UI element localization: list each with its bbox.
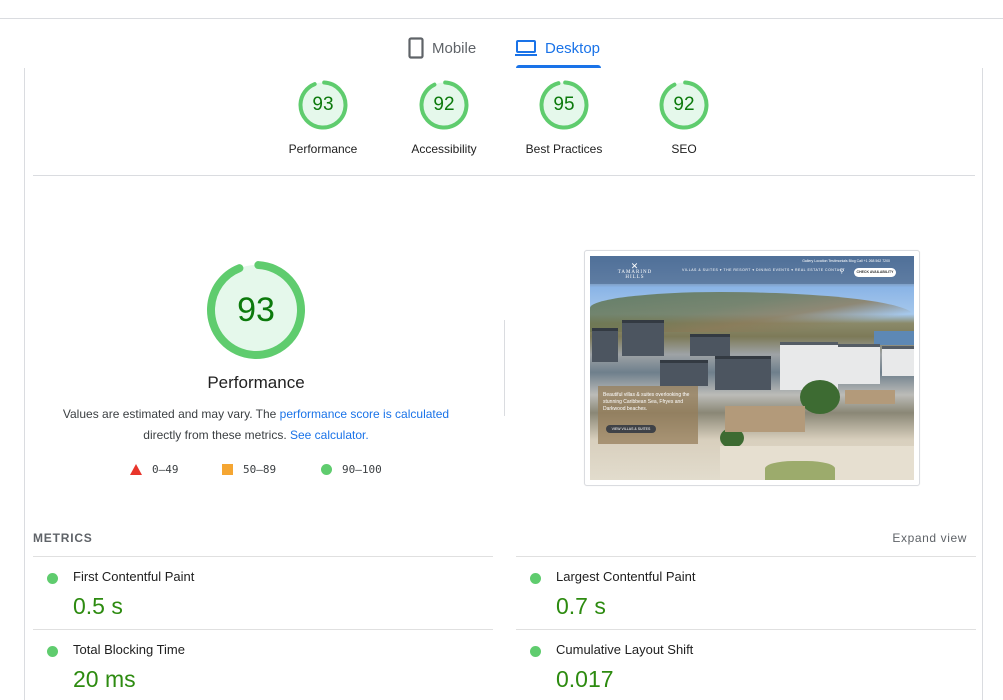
- vertical-divider: [504, 320, 505, 416]
- screenshot-headline: Beautiful villas & suites overlooking th…: [603, 392, 690, 412]
- expand-view-toggle[interactable]: Expand view: [892, 531, 967, 545]
- metric-value: 0.7 s: [556, 593, 606, 619]
- gauge-label: SEO: [671, 142, 697, 156]
- metric-value: 20 ms: [73, 666, 136, 692]
- legend-pass: 90–100: [321, 463, 382, 476]
- screenshot-building: [715, 356, 771, 390]
- screenshot-tree: [800, 380, 840, 414]
- screenshot-building: [592, 328, 618, 362]
- gauge-score: 92: [673, 94, 695, 115]
- section-divider: [33, 175, 975, 176]
- tab-desktop-label: Desktop: [545, 39, 601, 57]
- pass-circle-icon: [47, 646, 58, 657]
- screenshot-hero-button: VIEW VILLAS & SUITES: [606, 425, 656, 433]
- metric-value: 0.5 s: [73, 593, 123, 619]
- screenshot-hero-overlay: Beautiful villas & suites overlooking th…: [598, 386, 698, 444]
- device-tabs: Mobile Desktop: [0, 28, 1003, 68]
- see-calculator-link[interactable]: See calculator.: [290, 428, 369, 442]
- score-calculation-link[interactable]: performance score is calculated: [280, 407, 449, 421]
- gauge-accessibility[interactable]: 92 Accessibility: [384, 80, 504, 156]
- disclaimer-text: directly from these metrics.: [143, 428, 290, 442]
- legend-range: 50–89: [243, 463, 277, 476]
- search-icon: ⚲: [839, 269, 844, 275]
- screenshot-building: [660, 360, 708, 386]
- metrics-column-left: First Contentful Paint 0.5 s Total Block…: [33, 556, 493, 700]
- metric-cumulative-layout-shift: Cumulative Layout Shift 0.017: [516, 629, 976, 700]
- screenshot-navbar: ✕ TAMARIND HILLS Gallery Location Testimo…: [590, 256, 914, 284]
- top-divider: [0, 18, 1003, 19]
- legend-average: 50–89: [222, 463, 276, 476]
- gauge-label: Performance: [288, 142, 358, 156]
- report-frame-left-border: [24, 68, 25, 700]
- page-screenshot-image: ✕ TAMARIND HILLS Gallery Location Testimo…: [590, 256, 914, 480]
- screenshot-grass: [765, 461, 835, 480]
- metric-largest-contentful-paint: Largest Contentful Paint 0.7 s: [516, 556, 976, 629]
- screenshot-logo: ✕ TAMARIND HILLS: [610, 261, 660, 281]
- gauge-label: Best Practices: [525, 142, 603, 156]
- report-frame-right-border: [982, 68, 983, 700]
- laptop-icon: [515, 39, 537, 57]
- screenshot-building: [690, 334, 730, 356]
- metric-title: Largest Contentful Paint: [556, 569, 696, 584]
- pass-circle-icon: [530, 646, 541, 657]
- gauge-score: 92: [433, 94, 455, 115]
- screenshot-building: [622, 320, 664, 356]
- gauge-score: 95: [553, 94, 575, 115]
- screenshot-building: [882, 346, 914, 376]
- metric-title: Cumulative Layout Shift: [556, 642, 694, 657]
- performance-score: 93: [237, 291, 275, 329]
- metrics-column-right: Largest Contentful Paint 0.7 s Cumulativ…: [516, 556, 976, 700]
- metric-title: Total Blocking Time: [73, 642, 185, 657]
- gauge-seo[interactable]: 92 SEO: [624, 80, 744, 156]
- metric-total-blocking-time: Total Blocking Time 20 ms: [33, 629, 493, 700]
- disclaimer-text: Values are estimated and may vary. The: [62, 407, 280, 421]
- screenshot-roof: [845, 390, 895, 404]
- legend-range: 90–100: [342, 463, 382, 476]
- metric-value: 0.017: [556, 666, 614, 692]
- screenshot-roof: [725, 406, 805, 432]
- legend-range: 0–49: [152, 463, 179, 476]
- logo-mark-icon: ✕: [630, 261, 640, 271]
- gauge-score: 93: [312, 94, 334, 115]
- triangle-icon: [130, 464, 142, 475]
- tab-desktop[interactable]: Desktop: [515, 28, 602, 68]
- tab-mobile[interactable]: Mobile: [408, 28, 476, 68]
- gauge-performance[interactable]: 93 Performance: [263, 80, 383, 156]
- tab-mobile-label: Mobile: [432, 39, 477, 57]
- performance-disclaimer: Values are estimated and may vary. The p…: [46, 404, 466, 446]
- gauge-best-practices[interactable]: 95 Best Practices: [504, 80, 624, 156]
- active-tab-indicator: [516, 65, 602, 68]
- pass-circle-icon: [530, 573, 541, 584]
- circle-icon: [321, 464, 332, 475]
- screenshot-building: [838, 344, 880, 384]
- metric-first-contentful-paint: First Contentful Paint 0.5 s: [33, 556, 493, 629]
- gauge-label: Accessibility: [411, 142, 477, 156]
- performance-title: Performance: [207, 373, 305, 392]
- metric-title: First Contentful Paint: [73, 569, 195, 584]
- screenshot-brand: TAMARIND HILLS: [617, 270, 653, 280]
- screenshot-nav-links: VILLAS & SUITES ▾ THE RESORT ▾ DINING EV…: [682, 268, 846, 272]
- screenshot-top-links: Gallery Location Testimonials Blog Call …: [802, 259, 890, 263]
- square-icon: [222, 464, 233, 475]
- performance-gauge-large: 93: [206, 260, 306, 360]
- metrics-heading: METRICS: [33, 531, 93, 545]
- score-legend: 0–49 50–89 90–100: [0, 463, 510, 479]
- legend-fail: 0–49: [130, 463, 179, 476]
- pass-circle-icon: [47, 573, 58, 584]
- final-screenshot: ✕ TAMARIND HILLS Gallery Location Testimo…: [584, 250, 920, 486]
- smartphone-icon: [408, 37, 424, 59]
- screenshot-cta: CHECK AVAILABILITY: [854, 268, 896, 277]
